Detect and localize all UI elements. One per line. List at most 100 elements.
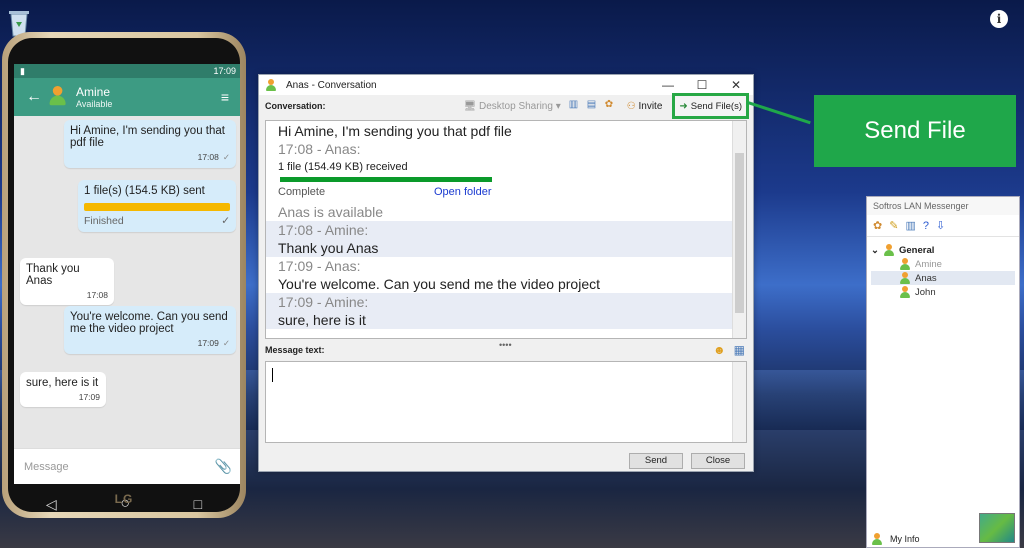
check-icon: ✓ [222,152,230,162]
invite-icon: ⚇ [626,100,636,112]
tree-user-amine[interactable]: Amine [871,257,1015,271]
emoticon-icon[interactable]: ☻ [713,343,726,357]
help-icon[interactable]: ? [923,220,929,232]
invite-button[interactable]: ⚇ Invite [627,101,663,112]
tree-user-anas[interactable]: Anas [871,271,1015,285]
message-tools: ☻ ▦ [713,343,745,357]
status-time: 17:09 [213,66,236,76]
scrollbar-thumb[interactable] [735,153,744,313]
user-icon [899,258,911,270]
message-bubble[interactable]: Hi Amine, I'm sending you that pdf file … [64,120,236,168]
log-header: 17:09 - Anas: [278,258,361,274]
message-text: sure, here is it [26,377,99,389]
phone-device: ▮ 17:09 ← Amine Available ≡ Hi Amine, I'… [2,32,246,518]
video-icon: ▮ [20,65,25,76]
message-bubble[interactable]: Thank you Anas 17:08 [20,258,114,305]
log-line: You're welcome. Can you send me the vide… [278,276,601,292]
history-icon[interactable]: ▥ [905,219,915,232]
message-bubble[interactable]: sure, here is it 17:09 [20,372,106,407]
phone-brand: LG [114,492,134,506]
send-file-callout: Send File [814,95,1016,167]
maximize-button[interactable]: ☐ [685,78,719,92]
tree-user-john[interactable]: John [871,285,1015,299]
messenger-toolbar: ✿ ✎ ▥ ? ⇩ [867,215,1019,237]
contact-avatar-icon [48,86,70,108]
minimize-button[interactable]: — [651,78,685,92]
message-bubble[interactable]: You're welcome. Can you send me the vide… [64,306,236,354]
download-icon[interactable]: ⇩ [936,219,945,232]
check-icon: ✓ [221,215,230,227]
phone-status-bar: ▮ 17:09 [14,64,240,78]
check-icon: ✓ [222,338,230,348]
send-button[interactable]: Send [629,453,683,469]
conversation-scrollbar[interactable] [732,121,746,338]
message-scrollbar[interactable] [732,362,746,442]
close-button[interactable]: Close [691,453,745,469]
send-files-label: Send File(s) [690,100,742,112]
info-icon[interactable]: i [990,10,1008,28]
message-text-label: Message text: [265,345,325,355]
contact-name: Amine [76,85,111,99]
file-received-text: 1 file (154.49 KB) received [278,161,408,173]
chat-app-bar: ← Amine Available ≡ [14,78,240,116]
conversation-toolbar: Conversation: 🖥 Desktop Sharing ▾ ▥ ▤ ✿ … [259,93,753,119]
message-time: 17:09 [78,392,100,402]
log-line: Thank you Anas [266,239,732,257]
history-icon[interactable]: ▥ [569,99,583,113]
contact-info[interactable]: Amine Available [76,85,214,109]
user-icon [899,286,911,298]
message-time: 17:08 [86,290,108,300]
invite-label: Invite [638,100,663,112]
message-composer[interactable]: Message 📎 [14,448,240,484]
chat-area: Hi Amine, I'm sending you that pdf file … [14,116,240,448]
message-input[interactable]: Message [24,461,215,473]
desktop-sharing-button[interactable]: 🖥 Desktop Sharing ▾ [464,101,561,112]
file-sent-bubble[interactable]: 1 file(s) (154.5 KB) sent Finished ✓ [78,180,236,232]
desktop-thumbnail [979,513,1015,543]
phone-brand-area: LG [2,492,246,506]
send-files-button[interactable]: ➜ Send File(s) [672,93,749,119]
phone-body: ▮ 17:09 ← Amine Available ≡ Hi Amine, I'… [8,38,240,512]
conversation-window: Anas - Conversation — ☐ ✕ Conversation: … [258,74,754,472]
open-folder-link[interactable]: Open folder [434,183,491,201]
chat-icon[interactable]: ✎ [889,219,898,232]
group-general[interactable]: ⌄ General [871,243,1015,257]
user-icon [265,79,277,91]
palette-icon[interactable]: ✿ [873,219,882,232]
log-header: 17:08 - Amine: [266,221,732,239]
message-text: Hi Amine, I'm sending you that pdf file [70,125,225,149]
paperclip-icon[interactable]: 📎 [215,458,232,475]
message-time: 17:08 [197,152,219,162]
group-icon [883,244,895,256]
message-time: 17:09 [197,338,219,348]
text-caret [272,368,273,382]
contact-tree: ⌄ General Amine Anas John [867,237,1019,305]
user-icon [899,272,911,284]
my-info-label: My Info [890,534,920,544]
user-label: Amine [915,258,942,270]
clear-icon[interactable]: ▤ [587,99,601,113]
phone-screen: ▮ 17:09 ← Amine Available ≡ Hi Amine, I'… [14,64,240,484]
format-icon[interactable]: ▦ [734,343,745,357]
transfer-status: Complete Open folder [266,183,732,201]
palette-icon[interactable]: ✿ [605,99,619,113]
availability-notice: Anas is available [278,204,384,220]
conversation-log[interactable]: Hi Amine, I'm sending you that pdf file … [265,120,747,339]
desktop-sharing-label: Desktop Sharing [478,100,553,112]
user-label: John [915,286,936,298]
file-progress-bar [280,177,492,182]
message-text-input[interactable] [265,361,747,443]
my-info-button[interactable]: My Info [871,533,920,545]
message-text: You're welcome. Can you send me the vide… [70,311,228,335]
send-file-icon: ➜ [679,100,688,112]
log-header: 17:08 - Anas: [278,141,361,157]
chevron-down-icon[interactable]: ⌄ [871,245,883,256]
file-status: Finished [84,215,124,227]
contact-status: Available [76,99,113,109]
close-window-button[interactable]: ✕ [719,78,753,92]
hamburger-menu-icon[interactable]: ≡ [214,89,236,105]
file-progress-bar [84,203,230,211]
splitter-grip[interactable]: •••• [499,340,512,350]
user-label: Anas [915,272,937,284]
back-arrow-icon[interactable]: ← [20,88,48,106]
